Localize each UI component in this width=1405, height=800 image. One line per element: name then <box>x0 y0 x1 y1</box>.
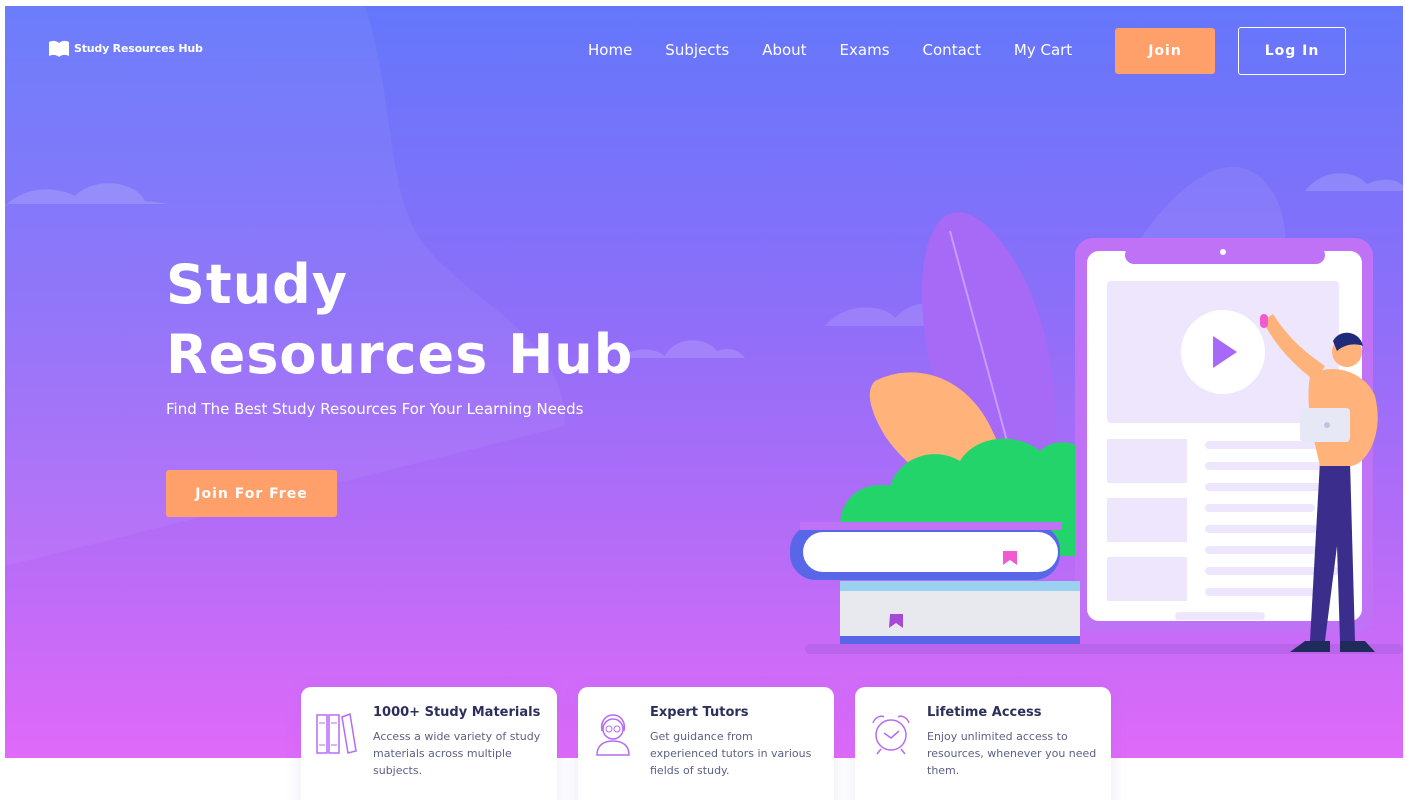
hero-illustration <box>790 212 1403 654</box>
feature-title: Expert Tutors <box>650 705 749 720</box>
nav-subjects[interactable]: Subjects <box>665 41 729 59</box>
nav-contact[interactable]: Contact <box>923 41 981 59</box>
feature-card-lifetime-access: Lifetime Access Enjoy unlimited access t… <box>855 687 1111 800</box>
feature-description: Get guidance from experienced tutors in … <box>650 730 812 777</box>
join-for-free-button[interactable]: Join For Free <box>166 470 337 517</box>
brand-logo[interactable]: Study Resources Hub <box>48 40 203 57</box>
login-button[interactable]: Log In <box>1238 27 1346 75</box>
nav-home[interactable]: Home <box>588 41 632 59</box>
feature-title: 1000+ Study Materials <box>373 705 541 720</box>
main-nav: Home Subjects About Exams Contact My Car… <box>588 41 1105 59</box>
nav-my-cart[interactable]: My Cart <box>1014 41 1072 59</box>
feature-title: Lifetime Access <box>927 705 1042 720</box>
hero-subtitle: Find The Best Study Resources For Your L… <box>166 400 584 418</box>
nav-exams[interactable]: Exams <box>840 41 890 59</box>
feature-card-study-materials: 1000+ Study Materials Access a wide vari… <box>301 687 557 800</box>
feature-description: Enjoy unlimited access to resources, whe… <box>927 730 1097 777</box>
books-icon <box>316 712 357 754</box>
hero-title: Study Resources Hub <box>166 253 634 386</box>
feature-description: Access a wide variety of study materials… <box>373 730 541 777</box>
tutor-icon <box>596 714 630 756</box>
feature-card-expert-tutors: Expert Tutors Get guidance from experien… <box>578 687 834 800</box>
hero-section: Study Resources Hub Home Subjects About … <box>5 6 1403 758</box>
alarm-clock-icon <box>872 715 910 755</box>
brand-name: Study Resources Hub <box>74 42 203 55</box>
join-button[interactable]: Join <box>1115 28 1215 74</box>
book-icon <box>49 40 69 57</box>
book-shape <box>840 591 1080 643</box>
nav-about[interactable]: About <box>762 41 806 59</box>
